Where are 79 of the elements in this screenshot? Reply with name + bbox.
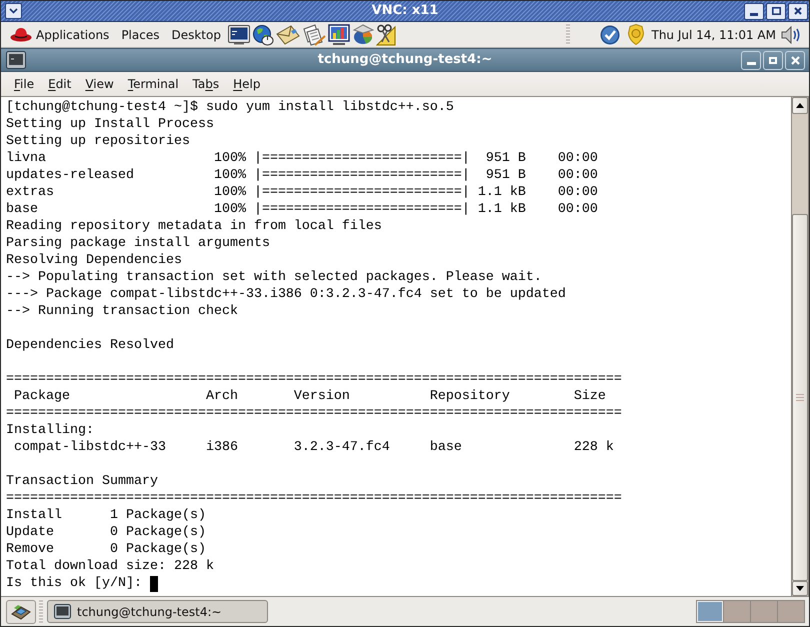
panel-menu[interactable]: Places [115,22,166,46]
terminal-line: --> Populating transaction set with selected packages. Please wait. [6,269,542,286]
terminal-line: updates-released 100% |=========================| 951 B 00:00 [6,167,598,184]
speaker-icon[interactable] [781,26,801,44]
terminal-line: Setting up Install Process [6,116,214,133]
maximize-icon [772,7,780,15]
chart-icon[interactable] [328,24,350,46]
menu-item[interactable]: Help [226,73,268,95]
maximize-button[interactable] [766,2,786,20]
terminal-line: Resolving Dependencies [6,252,182,269]
checkmark-circle-icon[interactable] [600,24,620,44]
workspace-cell[interactable] [724,601,750,622]
terminal-line: base 100% |=========================| 1.1 kB 00:00 [6,201,598,218]
clock[interactable]: Thu Jul 14, 11:01 AM [651,22,776,46]
workspace-cell[interactable] [751,601,777,622]
terminal-line: Update 0 Package(s) [6,524,206,541]
hat-icon[interactable] [10,27,32,42]
terminal-line: Install 1 Package(s) [6,507,206,524]
window-menu-button[interactable] [5,3,22,19]
maximize-icon [769,56,777,64]
task-button[interactable]: tchung@tchung-test4:~ [47,600,268,623]
terminal-line: livna 100% |=========================| 951 B 00:00 [6,150,598,167]
panel-menu[interactable]: Desktop [165,22,227,46]
terminal-line: ---> Package compat-libstdc++-33.i386 0:3.2.3-47.fc4 set to be updated [6,286,566,303]
terminal-line: Installing: [6,422,94,439]
terminal-line: Setting up repositories [6,133,190,150]
show-desktop-button[interactable] [6,600,36,624]
terminal-line: Is this ok [y/N]: [6,575,142,592]
badge-icon[interactable] [628,24,644,45]
pie-chart-icon[interactable] [352,24,374,45]
terminal-line: Total download size: 228 k [6,558,214,575]
window-title: VNC: x11 [370,3,440,19]
terminal-line: Dependencies Resolved [6,337,174,354]
close-button[interactable] [788,2,808,20]
menu-item[interactable]: File [7,73,42,95]
terminal-line: extras 100% |=========================| 1.1 kB 00:00 [6,184,598,201]
grip-handle[interactable] [39,600,43,624]
minimize-icon [750,12,758,16]
desktop-icon [11,604,31,620]
scroll-down-button[interactable] [792,581,808,596]
terminal-icon[interactable] [228,24,250,44]
window-title: tchung@tchung-test4:~ [316,52,494,68]
terminal-line: Reading repository metadata in from local files [6,218,382,235]
workspace-cell[interactable] [778,601,804,622]
terminal-line: Transaction Summary [6,473,158,490]
terminal-line: ============================================================================= [6,371,622,388]
terminal-output[interactable] [1,97,791,596]
documents-icon[interactable] [302,24,326,46]
menu-item[interactable]: View [78,73,121,95]
grip-icon [796,394,804,401]
terminal-line: ============================================================================= [6,405,622,422]
terminal-line: Package Arch Version Repository Size [12,388,606,405]
minimize-button[interactable] [744,2,764,20]
menu-item[interactable]: Edit [41,73,78,95]
terminal-line: Parsing package install arguments [6,235,270,252]
terminal-icon[interactable] [6,51,26,69]
minimize-icon [746,62,756,64]
terminal-line: Remove 0 Package(s) [6,541,206,558]
panel-menu[interactable]: Applications [30,22,116,46]
terminal-icon [54,604,71,619]
menu-item[interactable]: Tabs [186,73,226,95]
globe-icon[interactable] [252,24,274,46]
terminal-line: --> Running transaction check [6,303,238,320]
terminal-line: compat-libstdc++-33 i386 3.2.3-47.fc4 base 228 k [12,439,614,456]
envelope-icon[interactable] [276,24,300,44]
up-arrow-icon [796,103,804,108]
menu-item[interactable]: Terminal [120,73,186,95]
down-arrow-icon [796,586,804,591]
scrollbar-thumb[interactable] [792,214,808,581]
workspace-cell[interactable] [697,601,723,622]
chevron-down-icon [9,8,18,14]
scissors-icon[interactable] [376,24,396,46]
terminal-line: ============================================================================= [6,490,622,507]
terminal-line: [tchung@tchung-test4 ~]$ sudo yum install libstdc++.so.5 [6,99,454,116]
close-icon [794,7,802,15]
close-icon [790,56,800,64]
grip-handle[interactable] [566,24,570,46]
scrollbar[interactable] [791,97,809,596]
scroll-up-button[interactable] [792,97,808,114]
